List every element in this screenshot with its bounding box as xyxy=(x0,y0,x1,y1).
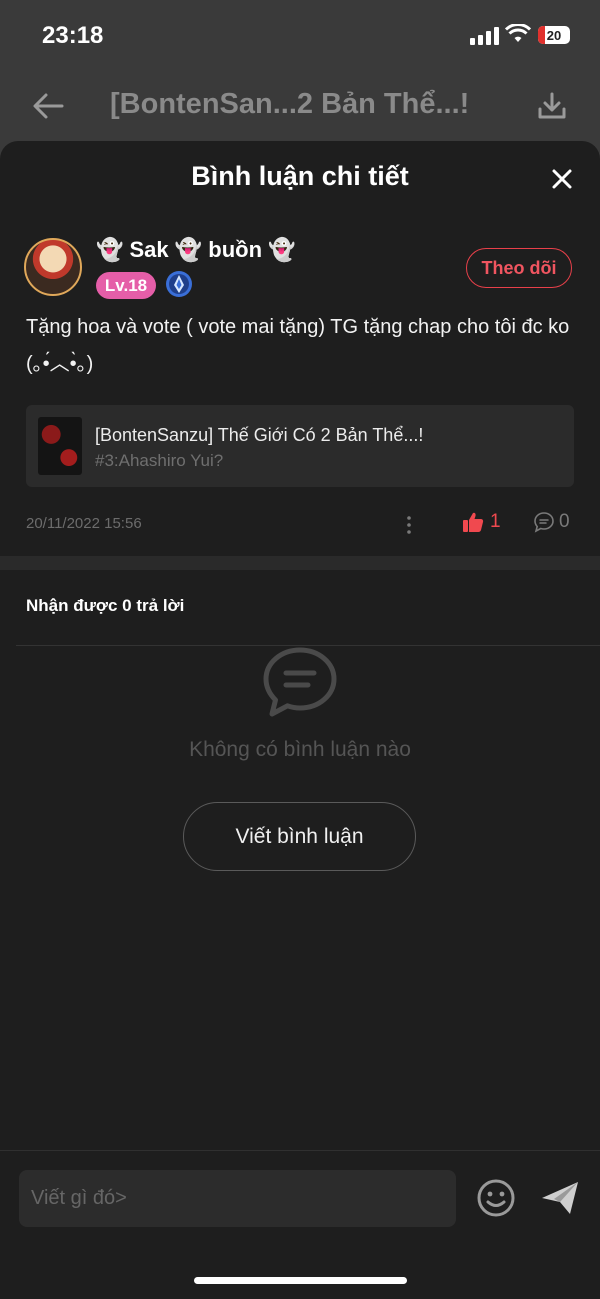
comment-timestamp: 20/11/2022 15:56 xyxy=(26,515,142,532)
write-comment-button[interactable]: Viết bình luận xyxy=(183,802,416,871)
emoji-icon[interactable] xyxy=(476,1178,516,1218)
rank-badge-icon xyxy=(166,271,192,297)
chapter-card[interactable]: [BontenSanzu] Thế Giới Có 2 Bản Thể...! … xyxy=(26,405,574,487)
section-divider xyxy=(0,556,600,570)
comment-detail-sheet: Bình luận chi tiết 👻 Sak 👻 buồn 👻 Lv.18 … xyxy=(0,141,600,1299)
comment-bubble-icon xyxy=(534,512,554,533)
chapter-subtitle: #3:Ahashiro Yui? xyxy=(95,451,224,470)
reply-count: 0 xyxy=(559,511,570,532)
wifi-icon xyxy=(505,24,531,42)
like-button[interactable]: 1 xyxy=(462,511,501,533)
more-options-icon[interactable] xyxy=(402,514,416,536)
empty-state-text: Không có bình luận nào xyxy=(189,738,411,761)
battery-level: 20 xyxy=(546,27,562,43)
sheet-title: Bình luận chi tiết xyxy=(191,161,409,191)
username[interactable]: 👻 Sak 👻 buồn 👻 xyxy=(96,237,296,263)
reply-button[interactable]: 0 xyxy=(533,511,570,533)
background-nav-bar: [BontenSan...2 Bản Thể...! xyxy=(0,80,600,136)
empty-comment-icon xyxy=(263,647,337,717)
chapter-thumbnail xyxy=(38,417,82,475)
status-bar: 23:18 20 xyxy=(0,0,600,70)
status-time: 23:18 xyxy=(42,22,104,49)
composer-divider xyxy=(0,1150,600,1151)
level-badge: Lv.18 xyxy=(96,272,156,299)
chapter-title: [BontenSanzu] Thế Giới Có 2 Bản Thể...! xyxy=(95,425,424,445)
battery-icon: 20 xyxy=(538,26,570,44)
comment-input[interactable] xyxy=(19,1170,456,1227)
close-icon[interactable] xyxy=(548,165,576,193)
background-title: [BontenSan...2 Bản Thể...! xyxy=(110,88,470,120)
cellular-signal-icon xyxy=(470,27,499,45)
download-icon[interactable] xyxy=(536,90,568,122)
follow-button[interactable]: Theo dõi xyxy=(466,248,572,288)
back-arrow-icon[interactable] xyxy=(32,92,64,120)
send-icon[interactable] xyxy=(540,1178,580,1218)
home-indicator xyxy=(194,1277,407,1284)
comment-text: Tặng hoa và vote ( vote mai tặng) TG tặn… xyxy=(26,316,570,375)
like-count: 1 xyxy=(490,511,501,532)
avatar[interactable] xyxy=(24,238,82,296)
thumbs-up-icon xyxy=(463,512,484,532)
replies-label: Nhận được 0 trả lời xyxy=(26,596,185,615)
